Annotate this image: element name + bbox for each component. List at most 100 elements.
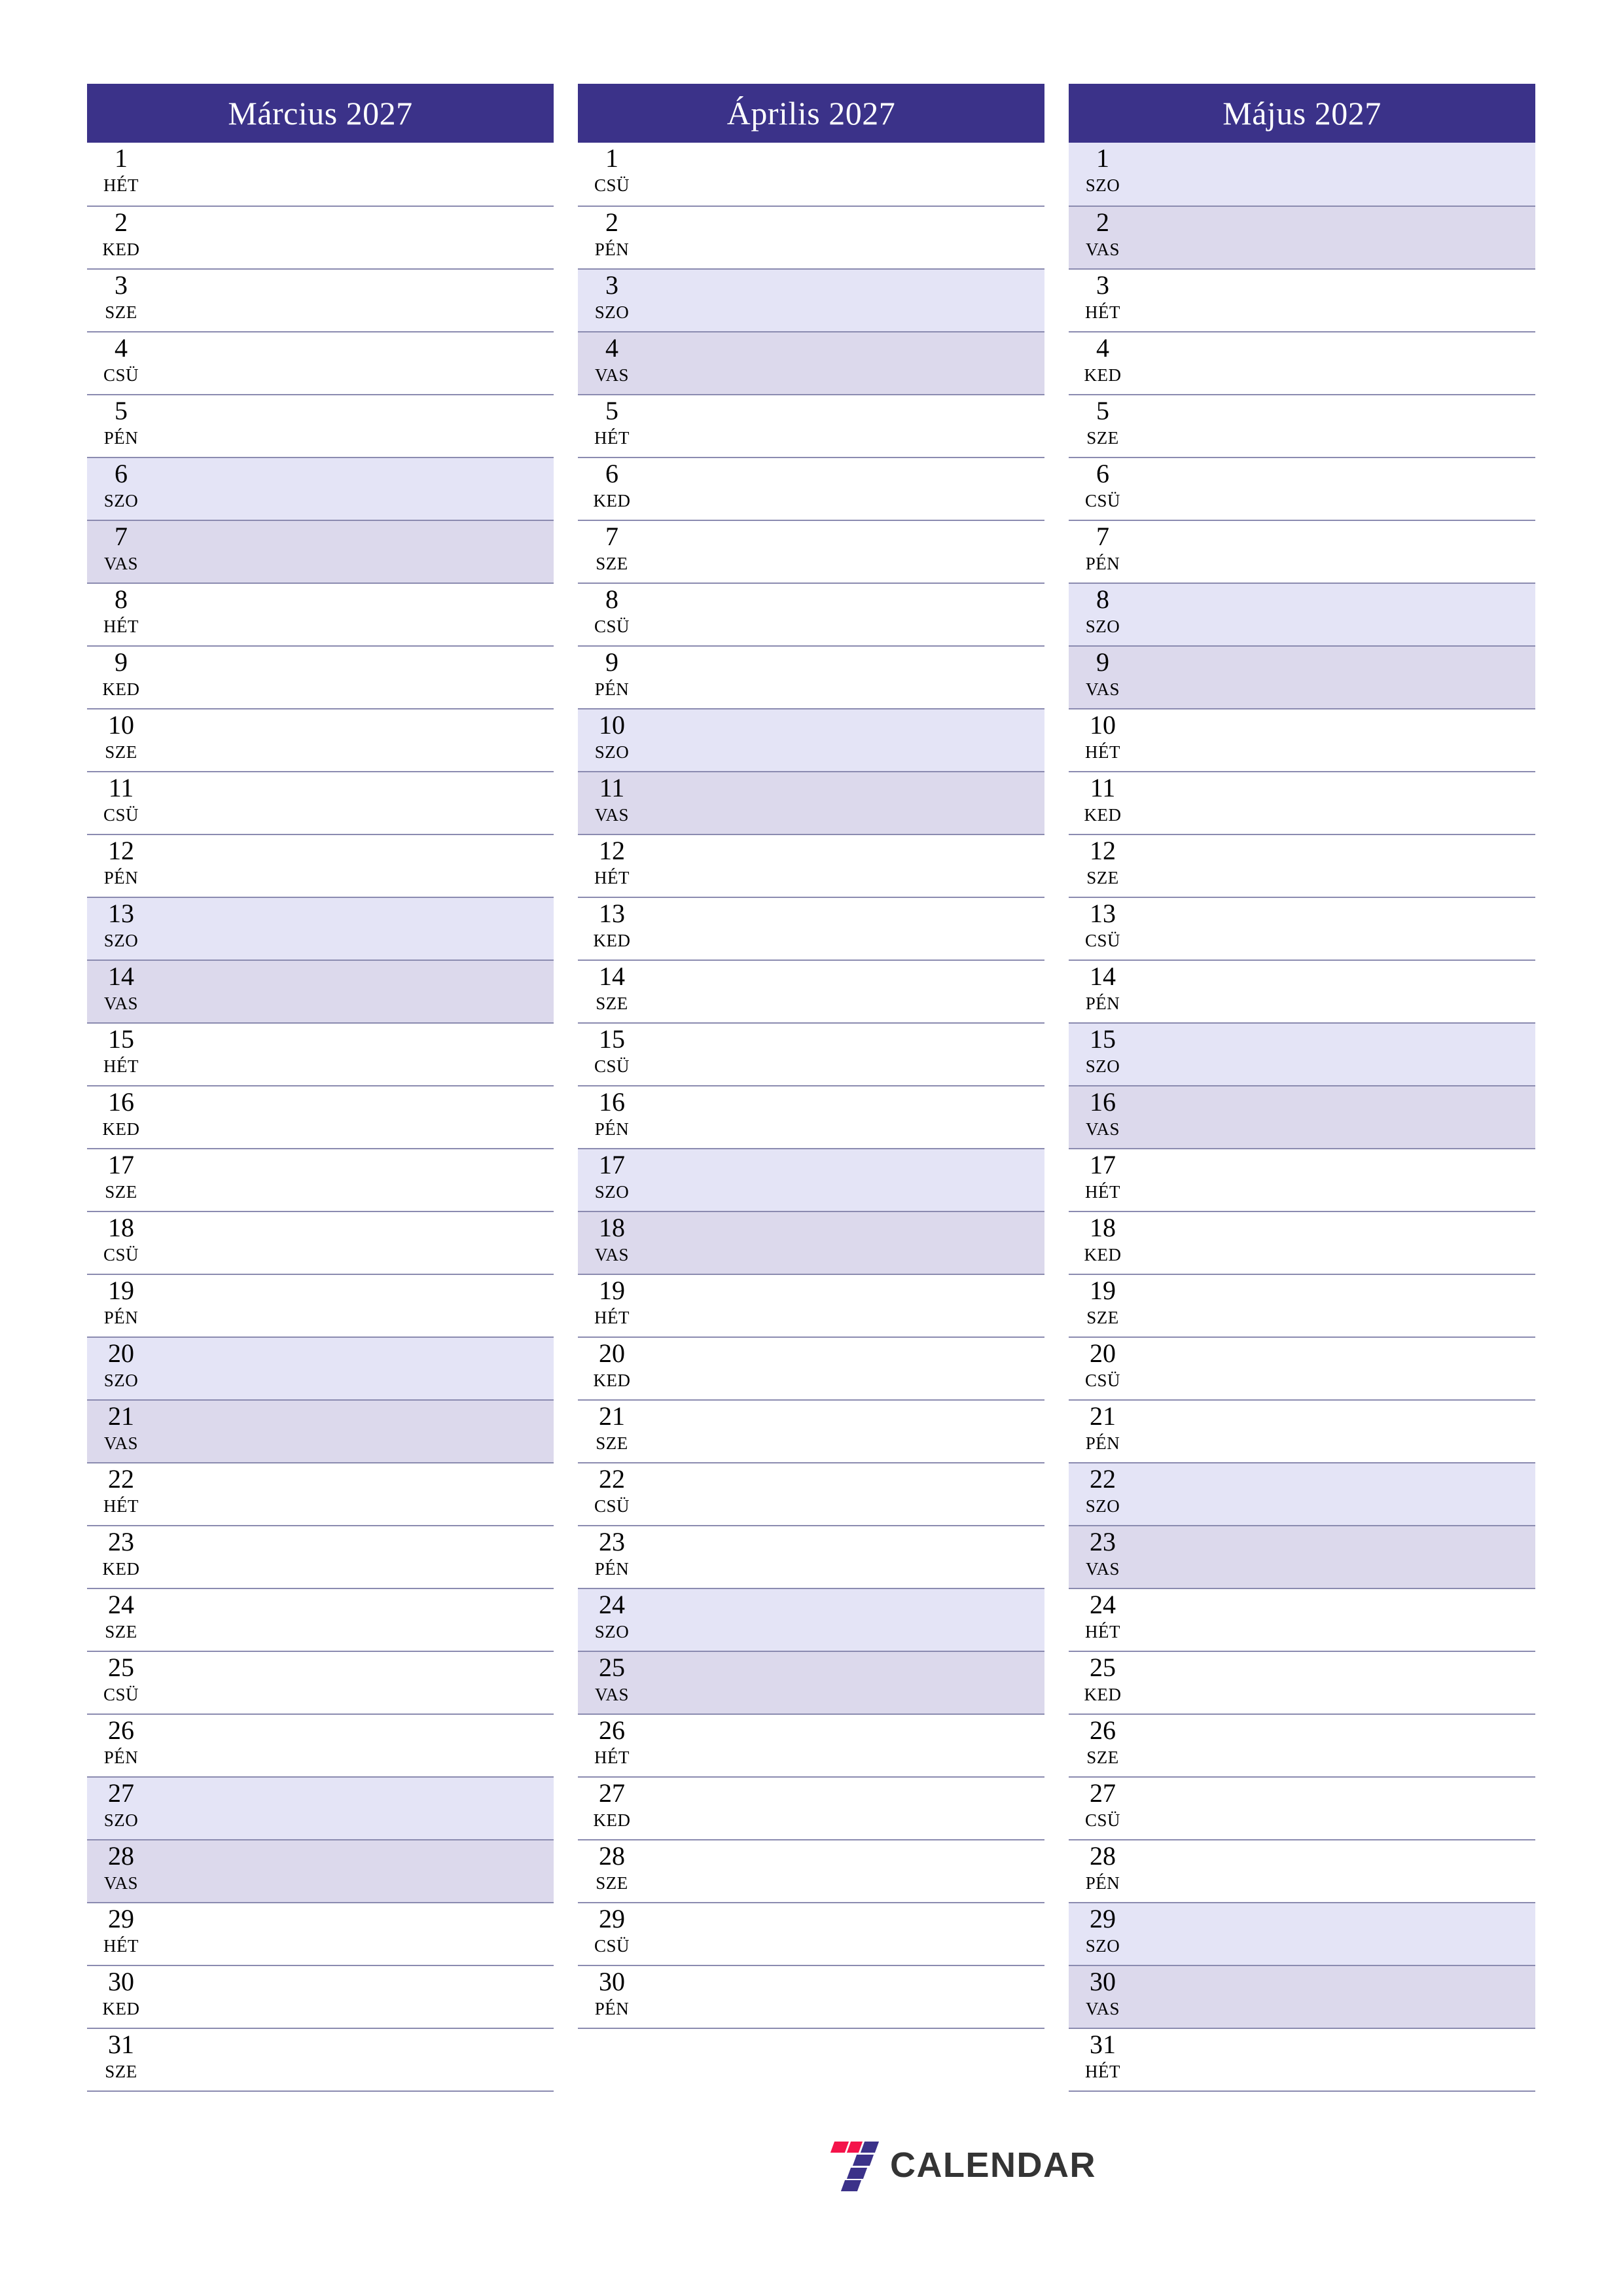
- day-row[interactable]: 30 VAS: [1069, 1965, 1535, 2028]
- day-row[interactable]: 29 CSÜ: [578, 1902, 1044, 1965]
- day-row[interactable]: 18 KED: [1069, 1211, 1535, 1274]
- day-abbreviation: HÉT: [1085, 1622, 1120, 1641]
- day-row[interactable]: 20 KED: [578, 1336, 1044, 1399]
- day-row[interactable]: 15 SZO: [1069, 1022, 1535, 1085]
- day-row[interactable]: 24 SZE: [87, 1588, 554, 1651]
- day-number: 11: [599, 773, 625, 802]
- day-number: 25: [108, 1653, 134, 1682]
- day-row[interactable]: 30 KED: [87, 1965, 554, 2028]
- day-row[interactable]: 22 CSÜ: [578, 1462, 1044, 1525]
- day-row[interactable]: 9 VAS: [1069, 645, 1535, 708]
- day-row[interactable]: 26 HÉT: [578, 1713, 1044, 1776]
- day-row[interactable]: 16 PÉN: [578, 1085, 1044, 1148]
- day-row[interactable]: 15 CSÜ: [578, 1022, 1044, 1085]
- day-row[interactable]: 5 PÉN: [87, 394, 554, 457]
- day-row[interactable]: 10 HÉT: [1069, 708, 1535, 771]
- day-row[interactable]: 26 SZE: [1069, 1713, 1535, 1776]
- day-row[interactable]: 4 KED: [1069, 331, 1535, 394]
- day-number: 20: [599, 1338, 625, 1368]
- day-row[interactable]: 6 SZO: [87, 457, 554, 520]
- day-row[interactable]: 5 SZE: [1069, 394, 1535, 457]
- day-row[interactable]: 28 SZE: [578, 1839, 1044, 1902]
- day-row[interactable]: 9 PÉN: [578, 645, 1044, 708]
- day-row[interactable]: 27 KED: [578, 1776, 1044, 1839]
- day-row[interactable]: 12 HÉT: [578, 834, 1044, 897]
- day-row[interactable]: 6 KED: [578, 457, 1044, 520]
- day-row[interactable]: 7 VAS: [87, 520, 554, 583]
- day-row[interactable]: 13 SZO: [87, 897, 554, 960]
- day-row[interactable]: 10 SZE: [87, 708, 554, 771]
- day-row[interactable]: 2 PÉN: [578, 206, 1044, 268]
- day-row[interactable]: 11 CSÜ: [87, 771, 554, 834]
- day-row[interactable]: 13 CSÜ: [1069, 897, 1535, 960]
- day-row[interactable]: 24 SZO: [578, 1588, 1044, 1651]
- day-row[interactable]: 27 SZO: [87, 1776, 554, 1839]
- day-abbreviation: KED: [593, 931, 631, 950]
- day-row[interactable]: 7 PÉN: [1069, 520, 1535, 583]
- day-row[interactable]: 28 PÉN: [1069, 1839, 1535, 1902]
- day-row[interactable]: 8 CSÜ: [578, 583, 1044, 645]
- day-abbreviation: SZO: [103, 1371, 139, 1390]
- day-row[interactable]: 4 CSÜ: [87, 331, 554, 394]
- day-row[interactable]: 2 VAS: [1069, 206, 1535, 268]
- day-abbreviation: PÉN: [1085, 994, 1120, 1013]
- day-row[interactable]: 23 VAS: [1069, 1525, 1535, 1588]
- day-row[interactable]: 21 PÉN: [1069, 1399, 1535, 1462]
- day-row[interactable]: 29 SZO: [1069, 1902, 1535, 1965]
- day-row[interactable]: 14 SZE: [578, 960, 1044, 1022]
- day-row[interactable]: 16 KED: [87, 1085, 554, 1148]
- day-row[interactable]: 31 SZE: [87, 2028, 554, 2090]
- day-row[interactable]: 5 HÉT: [578, 394, 1044, 457]
- day-row[interactable]: 19 HÉT: [578, 1274, 1044, 1336]
- day-row[interactable]: 27 CSÜ: [1069, 1776, 1535, 1839]
- day-row[interactable]: 1 SZO: [1069, 143, 1535, 206]
- day-row[interactable]: 21 SZE: [578, 1399, 1044, 1462]
- day-row[interactable]: 14 PÉN: [1069, 960, 1535, 1022]
- day-row[interactable]: 1 HÉT: [87, 143, 554, 206]
- day-row[interactable]: 10 SZO: [578, 708, 1044, 771]
- day-row[interactable]: 28 VAS: [87, 1839, 554, 1902]
- day-row[interactable]: 4 VAS: [578, 331, 1044, 394]
- day-row[interactable]: 25 VAS: [578, 1651, 1044, 1713]
- day-row[interactable]: 3 SZO: [578, 268, 1044, 331]
- day-row[interactable]: 11 KED: [1069, 771, 1535, 834]
- day-row[interactable]: 25 KED: [1069, 1651, 1535, 1713]
- day-row[interactable]: 9 KED: [87, 645, 554, 708]
- day-row[interactable]: 20 CSÜ: [1069, 1336, 1535, 1399]
- day-row[interactable]: 17 SZO: [578, 1148, 1044, 1211]
- day-row[interactable]: 29 HÉT: [87, 1902, 554, 1965]
- day-row[interactable]: 31 HÉT: [1069, 2028, 1535, 2090]
- day-row[interactable]: 18 VAS: [578, 1211, 1044, 1274]
- day-row[interactable]: 20 SZO: [87, 1336, 554, 1399]
- day-row[interactable]: 18 CSÜ: [87, 1211, 554, 1274]
- day-row[interactable]: 24 HÉT: [1069, 1588, 1535, 1651]
- day-row[interactable]: 25 CSÜ: [87, 1651, 554, 1713]
- day-row[interactable]: 23 PÉN: [578, 1525, 1044, 1588]
- day-row[interactable]: 15 HÉT: [87, 1022, 554, 1085]
- day-row[interactable]: 8 HÉT: [87, 583, 554, 645]
- day-row[interactable]: 21 VAS: [87, 1399, 554, 1462]
- day-row[interactable]: 1 CSÜ: [578, 143, 1044, 206]
- day-row[interactable]: 13 KED: [578, 897, 1044, 960]
- day-row[interactable]: 12 SZE: [1069, 834, 1535, 897]
- day-row[interactable]: 2 KED: [87, 206, 554, 268]
- day-row[interactable]: 16 VAS: [1069, 1085, 1535, 1148]
- day-row[interactable]: 6 CSÜ: [1069, 457, 1535, 520]
- day-row[interactable]: 26 PÉN: [87, 1713, 554, 1776]
- day-row[interactable]: 8 SZO: [1069, 583, 1535, 645]
- day-row[interactable]: 19 PÉN: [87, 1274, 554, 1336]
- day-row[interactable]: 17 SZE: [87, 1148, 554, 1211]
- day-row[interactable]: 22 SZO: [1069, 1462, 1535, 1525]
- day-row[interactable]: 22 HÉT: [87, 1462, 554, 1525]
- day-row[interactable]: 12 PÉN: [87, 834, 554, 897]
- day-row[interactable]: 7 SZE: [578, 520, 1044, 583]
- day-row[interactable]: 30 PÉN: [578, 1965, 1044, 2028]
- day-abbreviation: KED: [593, 491, 631, 511]
- day-row[interactable]: 11 VAS: [578, 771, 1044, 834]
- day-row[interactable]: 3 HÉT: [1069, 268, 1535, 331]
- day-row[interactable]: 23 KED: [87, 1525, 554, 1588]
- day-row[interactable]: 17 HÉT: [1069, 1148, 1535, 1211]
- day-row[interactable]: 14 VAS: [87, 960, 554, 1022]
- day-row[interactable]: 19 SZE: [1069, 1274, 1535, 1336]
- day-row[interactable]: 3 SZE: [87, 268, 554, 331]
